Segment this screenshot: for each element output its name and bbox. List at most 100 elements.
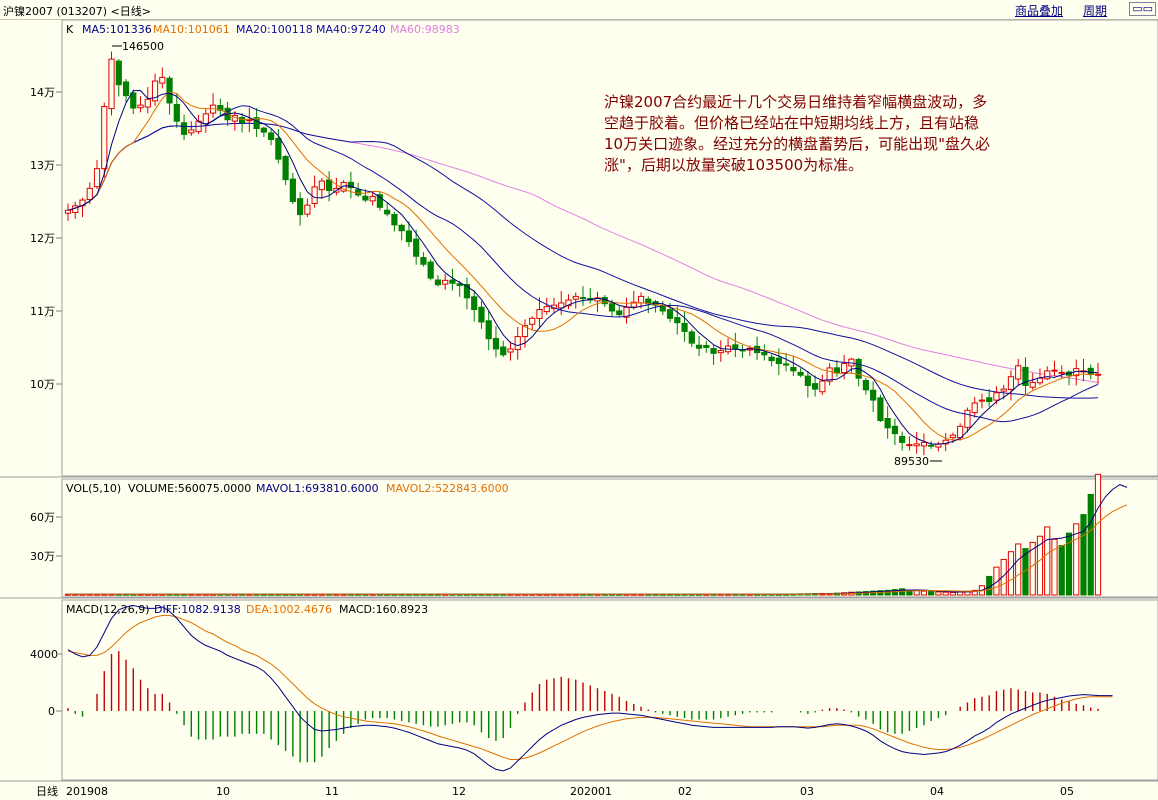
annotation-line: 涨"，后期以放量突破103500为标准。 — [604, 156, 863, 174]
annotation-line: 10万关口迹象。经过充分的横盘蓄势后，可能出现"盘久必 — [604, 135, 990, 153]
candle-down — [710, 348, 717, 354]
candle-down — [812, 383, 819, 390]
mavol1-value: MAVOL1:693810.6000 — [256, 482, 379, 495]
volume-bar — [928, 591, 935, 596]
candle-up — [188, 129, 195, 134]
x-tick-label: 10 — [216, 785, 230, 798]
candle-up — [543, 306, 550, 313]
x-axis: 201908 10 11 12 202001 02 03 04 05 — [66, 785, 1074, 798]
candle-down — [666, 309, 674, 319]
candle-down — [130, 92, 137, 109]
candle-down — [115, 60, 122, 86]
candle-down — [180, 122, 188, 135]
candle-down — [579, 297, 587, 300]
candle-down — [877, 397, 884, 421]
candle-up — [64, 209, 72, 214]
volume-bar — [935, 591, 942, 596]
candle-up — [1000, 388, 1007, 392]
candle-down — [275, 137, 282, 160]
candle-down — [688, 331, 695, 344]
period-label: 日线 — [36, 784, 58, 798]
candle-down — [122, 81, 130, 97]
candle-down — [405, 230, 413, 243]
candle-down — [398, 224, 405, 232]
candle-up — [920, 441, 928, 447]
volume-bar — [1080, 514, 1087, 596]
candle-down — [492, 337, 500, 350]
candle-down — [355, 189, 362, 196]
y-tick-label: 10万 — [30, 378, 55, 391]
macd-y-tick: 4000 — [30, 648, 58, 661]
dea-value: DEA:1002.4676 — [246, 603, 332, 616]
candle-up — [159, 76, 166, 84]
macd-value: MACD:160.8923 — [339, 603, 428, 616]
candle-up — [1036, 377, 1044, 384]
vol-label: VOL(5,10) — [66, 482, 121, 495]
price-y-axis: 14万 13万 12万 11万 10万 — [30, 86, 62, 391]
kline-chart[interactable]: K MA5:101336 MA10:101061 MA20:100118 MA4… — [0, 0, 1158, 800]
candle-down — [413, 238, 420, 257]
candle-down — [267, 132, 275, 140]
vol-y-tick: 30万 — [30, 550, 55, 563]
candle-up — [906, 444, 913, 447]
candle-down — [420, 257, 427, 265]
candle-up — [978, 399, 986, 402]
candle-down — [391, 213, 398, 226]
vol-y-tick: 60万 — [30, 511, 55, 524]
candle-up — [202, 113, 209, 125]
volume-bar — [942, 591, 949, 596]
candle-up — [144, 98, 151, 108]
volume-bar — [1015, 543, 1022, 596]
candle-up — [993, 392, 1000, 401]
candle-down — [790, 366, 797, 372]
ma10-label: MA10:101061 — [153, 23, 230, 36]
candle-down — [326, 179, 333, 192]
candle-up — [304, 204, 311, 215]
volume-bar — [1044, 526, 1051, 596]
x-tick-label: 12 — [452, 785, 466, 798]
high-mark-label: 146500 — [122, 40, 164, 53]
candle-up — [1007, 376, 1015, 391]
candle-down — [362, 195, 369, 201]
volume-bar — [920, 590, 928, 596]
x-tick-label: 03 — [800, 785, 814, 798]
candle-up — [311, 186, 318, 204]
candle-down — [986, 397, 993, 403]
candle-down — [485, 320, 492, 340]
candle-down — [782, 363, 790, 366]
candle-up — [637, 295, 645, 304]
macd-y-tick: 0 — [48, 705, 55, 718]
ma60-label: MA60:98983 — [390, 23, 460, 36]
candle-down — [608, 303, 616, 312]
candle-down — [449, 279, 456, 284]
candle-up — [1051, 369, 1058, 372]
ma20-label: MA20:100118 — [236, 23, 313, 36]
volume-bar — [1058, 545, 1065, 596]
candle-up — [913, 443, 920, 447]
candle-up — [1058, 371, 1065, 374]
candle-down — [732, 344, 739, 350]
candle-down — [478, 306, 485, 323]
candle-up — [529, 317, 536, 325]
y-tick-label: 14万 — [30, 86, 55, 99]
y-tick-label: 11万 — [30, 305, 55, 318]
candle-down — [1087, 367, 1094, 376]
candle-up — [1029, 382, 1036, 388]
x-tick-label: 201908 — [66, 785, 108, 798]
annotation-line: 沪镍2007合约最近十几个交易日维持着窄幅横盘波动，多 — [604, 93, 987, 111]
candle-down — [797, 371, 804, 376]
candle-down — [500, 346, 507, 356]
x-tick-label: 04 — [930, 785, 944, 798]
candle-up — [971, 402, 978, 414]
ma5-label: MA5:101336 — [82, 23, 152, 36]
k-label: K — [66, 23, 74, 36]
candle-down — [616, 310, 623, 316]
candle-down — [384, 209, 391, 215]
candle-up — [318, 180, 325, 191]
candle-up — [1015, 365, 1022, 380]
candle-up — [572, 295, 579, 300]
candle-up — [949, 434, 957, 439]
candle-down — [703, 345, 710, 348]
candle-up — [717, 349, 724, 354]
candle-down — [928, 444, 935, 447]
